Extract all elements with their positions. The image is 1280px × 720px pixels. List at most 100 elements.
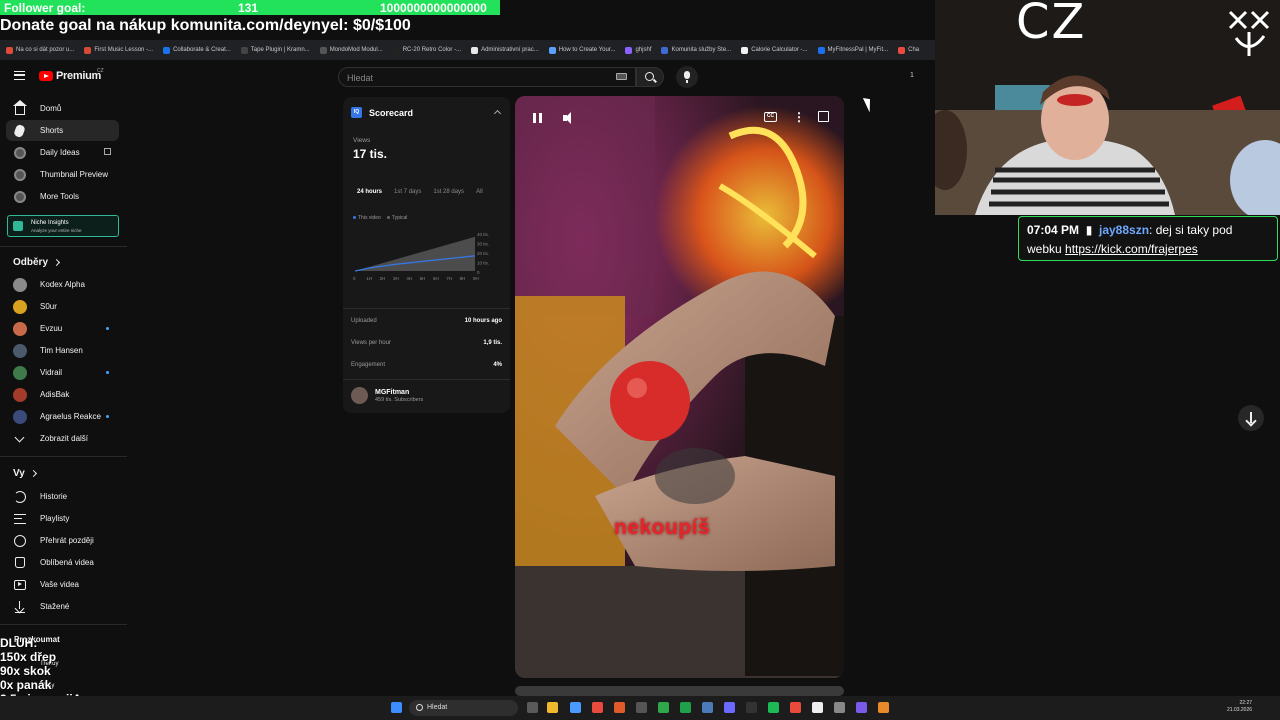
header-extension-badge[interactable]: 1 — [910, 72, 914, 79]
youtube-logo[interactable]: Premium — [39, 70, 101, 82]
sidebar-item-history[interactable]: Historie — [6, 486, 119, 507]
windows-start-icon[interactable] — [391, 702, 402, 713]
channel-avatar — [13, 343, 27, 358]
x-tick-label: 1H — [366, 276, 372, 281]
next-short-button[interactable] — [1238, 405, 1264, 431]
subscription-item[interactable]: Evzuu — [6, 318, 119, 339]
tab-24-hours[interactable]: 24 hours — [357, 189, 382, 195]
bookmark-label: How to Create Your... — [558, 47, 616, 53]
sidebar-item-clock[interactable]: Přehrát později — [6, 530, 119, 551]
show-more-button[interactable]: Zobrazit další — [6, 428, 119, 449]
bookmark-label: Calorie Calculator -... — [751, 47, 808, 53]
bookmark-item[interactable]: Calorie Calculator -... — [741, 46, 808, 54]
external-link-icon — [104, 148, 111, 155]
bookmark-item[interactable]: ghjshf — [625, 46, 651, 54]
bookmark-item[interactable]: Collaborate & Creat... — [163, 46, 231, 54]
subscription-item[interactable]: Kodex Alpha — [6, 274, 119, 295]
file-explorer-icon[interactable] — [547, 702, 558, 713]
sidebar-item-thumb-up[interactable]: Oblíbená videa — [6, 552, 119, 573]
subscription-item[interactable]: Vidrail — [6, 362, 119, 383]
sidebar-item-thumbnail-preview[interactable]: Thumbnail Preview — [6, 164, 119, 185]
bookmark-item[interactable]: MondoMod Modul... — [319, 46, 383, 54]
sidebar-item-daily-ideas[interactable]: Daily Ideas — [6, 142, 119, 163]
chat-username[interactable]: jay88szn — [1099, 223, 1149, 237]
tab-1st-28-days[interactable]: 1st 28 days — [433, 189, 464, 195]
shorts-video-player[interactable]: CC nekoupíš — [515, 96, 844, 678]
app-icon[interactable] — [614, 702, 625, 713]
chevron-down-icon — [13, 432, 26, 445]
taskbar-search[interactable]: Hledat — [409, 700, 518, 716]
subscription-label: Tim Hansen — [40, 346, 83, 355]
task-view-icon[interactable] — [527, 702, 538, 713]
search-input[interactable]: Hledat — [338, 67, 636, 87]
app-icon[interactable] — [812, 702, 823, 713]
subscription-item[interactable]: Tim Hansen — [6, 340, 119, 361]
app-icon[interactable] — [592, 702, 603, 713]
extension-icon — [13, 146, 26, 159]
menu-icon[interactable] — [14, 71, 25, 80]
sidebar-item-play[interactable]: Vaše videa — [6, 574, 119, 595]
keyboard-icon[interactable] — [616, 73, 627, 80]
tab-1st-7-days[interactable]: 1st 7 days — [394, 189, 421, 195]
search-button[interactable] — [636, 67, 664, 87]
x-tick-label: 7H — [446, 276, 452, 281]
bookmark-favicon-icon — [392, 46, 400, 54]
niche-insights-button[interactable]: Niche Insights Analyze your entire niche — [7, 215, 119, 237]
sidebar-item-download[interactable]: Stažené — [6, 596, 119, 617]
home-icon — [12, 99, 27, 115]
collapse-icon[interactable] — [493, 109, 502, 118]
you-heading[interactable]: Vy — [13, 468, 37, 479]
stat-label: Engagement — [351, 362, 386, 368]
x-tick-label: 3H — [393, 276, 399, 281]
bookmark-item[interactable]: Na co si dát pozor u... — [6, 46, 74, 54]
steam-icon[interactable] — [702, 702, 713, 713]
bookmark-item[interactable]: Tape Plugin | Kramn... — [240, 46, 310, 54]
app-icon[interactable] — [680, 702, 691, 713]
bookmark-item[interactable]: Komunita služby Ste... — [661, 46, 731, 54]
app-icon[interactable] — [790, 702, 801, 713]
discord-icon[interactable] — [724, 702, 735, 713]
volume-icon[interactable] — [563, 112, 575, 124]
sidebar-item-shorts[interactable]: Shorts — [6, 120, 119, 141]
new-content-dot — [106, 415, 109, 418]
bookmark-item[interactable]: MyFitnessPal | MyFit... — [817, 46, 888, 54]
chat-link[interactable]: https://kick.com/frajerpes — [1065, 242, 1198, 256]
subscription-label: Agraelus Reakce — [40, 412, 101, 421]
app-icon[interactable] — [878, 702, 889, 713]
scorecard-header[interactable]: IQ Scorecard — [351, 107, 413, 118]
bookmark-item[interactable]: First Music Lesson -... — [84, 46, 153, 54]
sidebar-item-more-tools[interactable]: More Tools — [6, 186, 119, 207]
app-icon[interactable] — [834, 702, 845, 713]
app-icon[interactable] — [856, 702, 867, 713]
bookmark-item[interactable]: How to Create Your... — [548, 46, 616, 54]
sidebar-item-dom-[interactable]: Domů — [6, 98, 119, 119]
app-icon[interactable] — [636, 702, 647, 713]
tab-all[interactable]: All — [476, 189, 483, 195]
app-icon[interactable] — [658, 702, 669, 713]
channel-info[interactable]: MGFitman 459 tis. Subscribers — [351, 387, 423, 404]
bookmark-favicon-icon — [898, 46, 906, 54]
pause-icon[interactable] — [533, 113, 542, 123]
niche-subtitle: Analyze your entire niche — [31, 228, 82, 233]
chevron-right-icon — [29, 469, 37, 478]
captions-button[interactable]: CC — [764, 112, 777, 122]
subscriptions-heading[interactable]: Odběry — [13, 257, 61, 268]
subscription-item[interactable]: Agraelus Reakce — [6, 406, 119, 427]
subscription-item[interactable]: S0ur — [6, 296, 119, 317]
browser-icon[interactable] — [570, 702, 581, 713]
stat-value: 1,9 tis. — [483, 340, 502, 346]
system-clock[interactable]: 22:27 21.03.2026 — [1227, 700, 1252, 714]
bookmark-item[interactable]: Cha — [898, 46, 919, 54]
sidebar-item-playlist[interactable]: Playlisty — [6, 508, 119, 529]
fullscreen-icon[interactable] — [818, 111, 829, 122]
subscription-item[interactable]: AdisBak — [6, 384, 119, 405]
next-video-preview[interactable] — [515, 686, 844, 696]
more-options-icon[interactable] — [793, 110, 805, 124]
spotify-icon[interactable] — [768, 702, 779, 713]
voice-search-button[interactable] — [676, 66, 698, 88]
bookmark-item[interactable]: Administrativní prac... — [471, 46, 539, 54]
app-icon[interactable] — [746, 702, 757, 713]
bookmark-label: RC-20 Retro Color -... — [402, 47, 462, 53]
bookmark-item[interactable]: RC-20 Retro Color -... — [392, 46, 462, 54]
windows-taskbar: Hledat 22:27 21.03.2026 — [0, 696, 1280, 720]
